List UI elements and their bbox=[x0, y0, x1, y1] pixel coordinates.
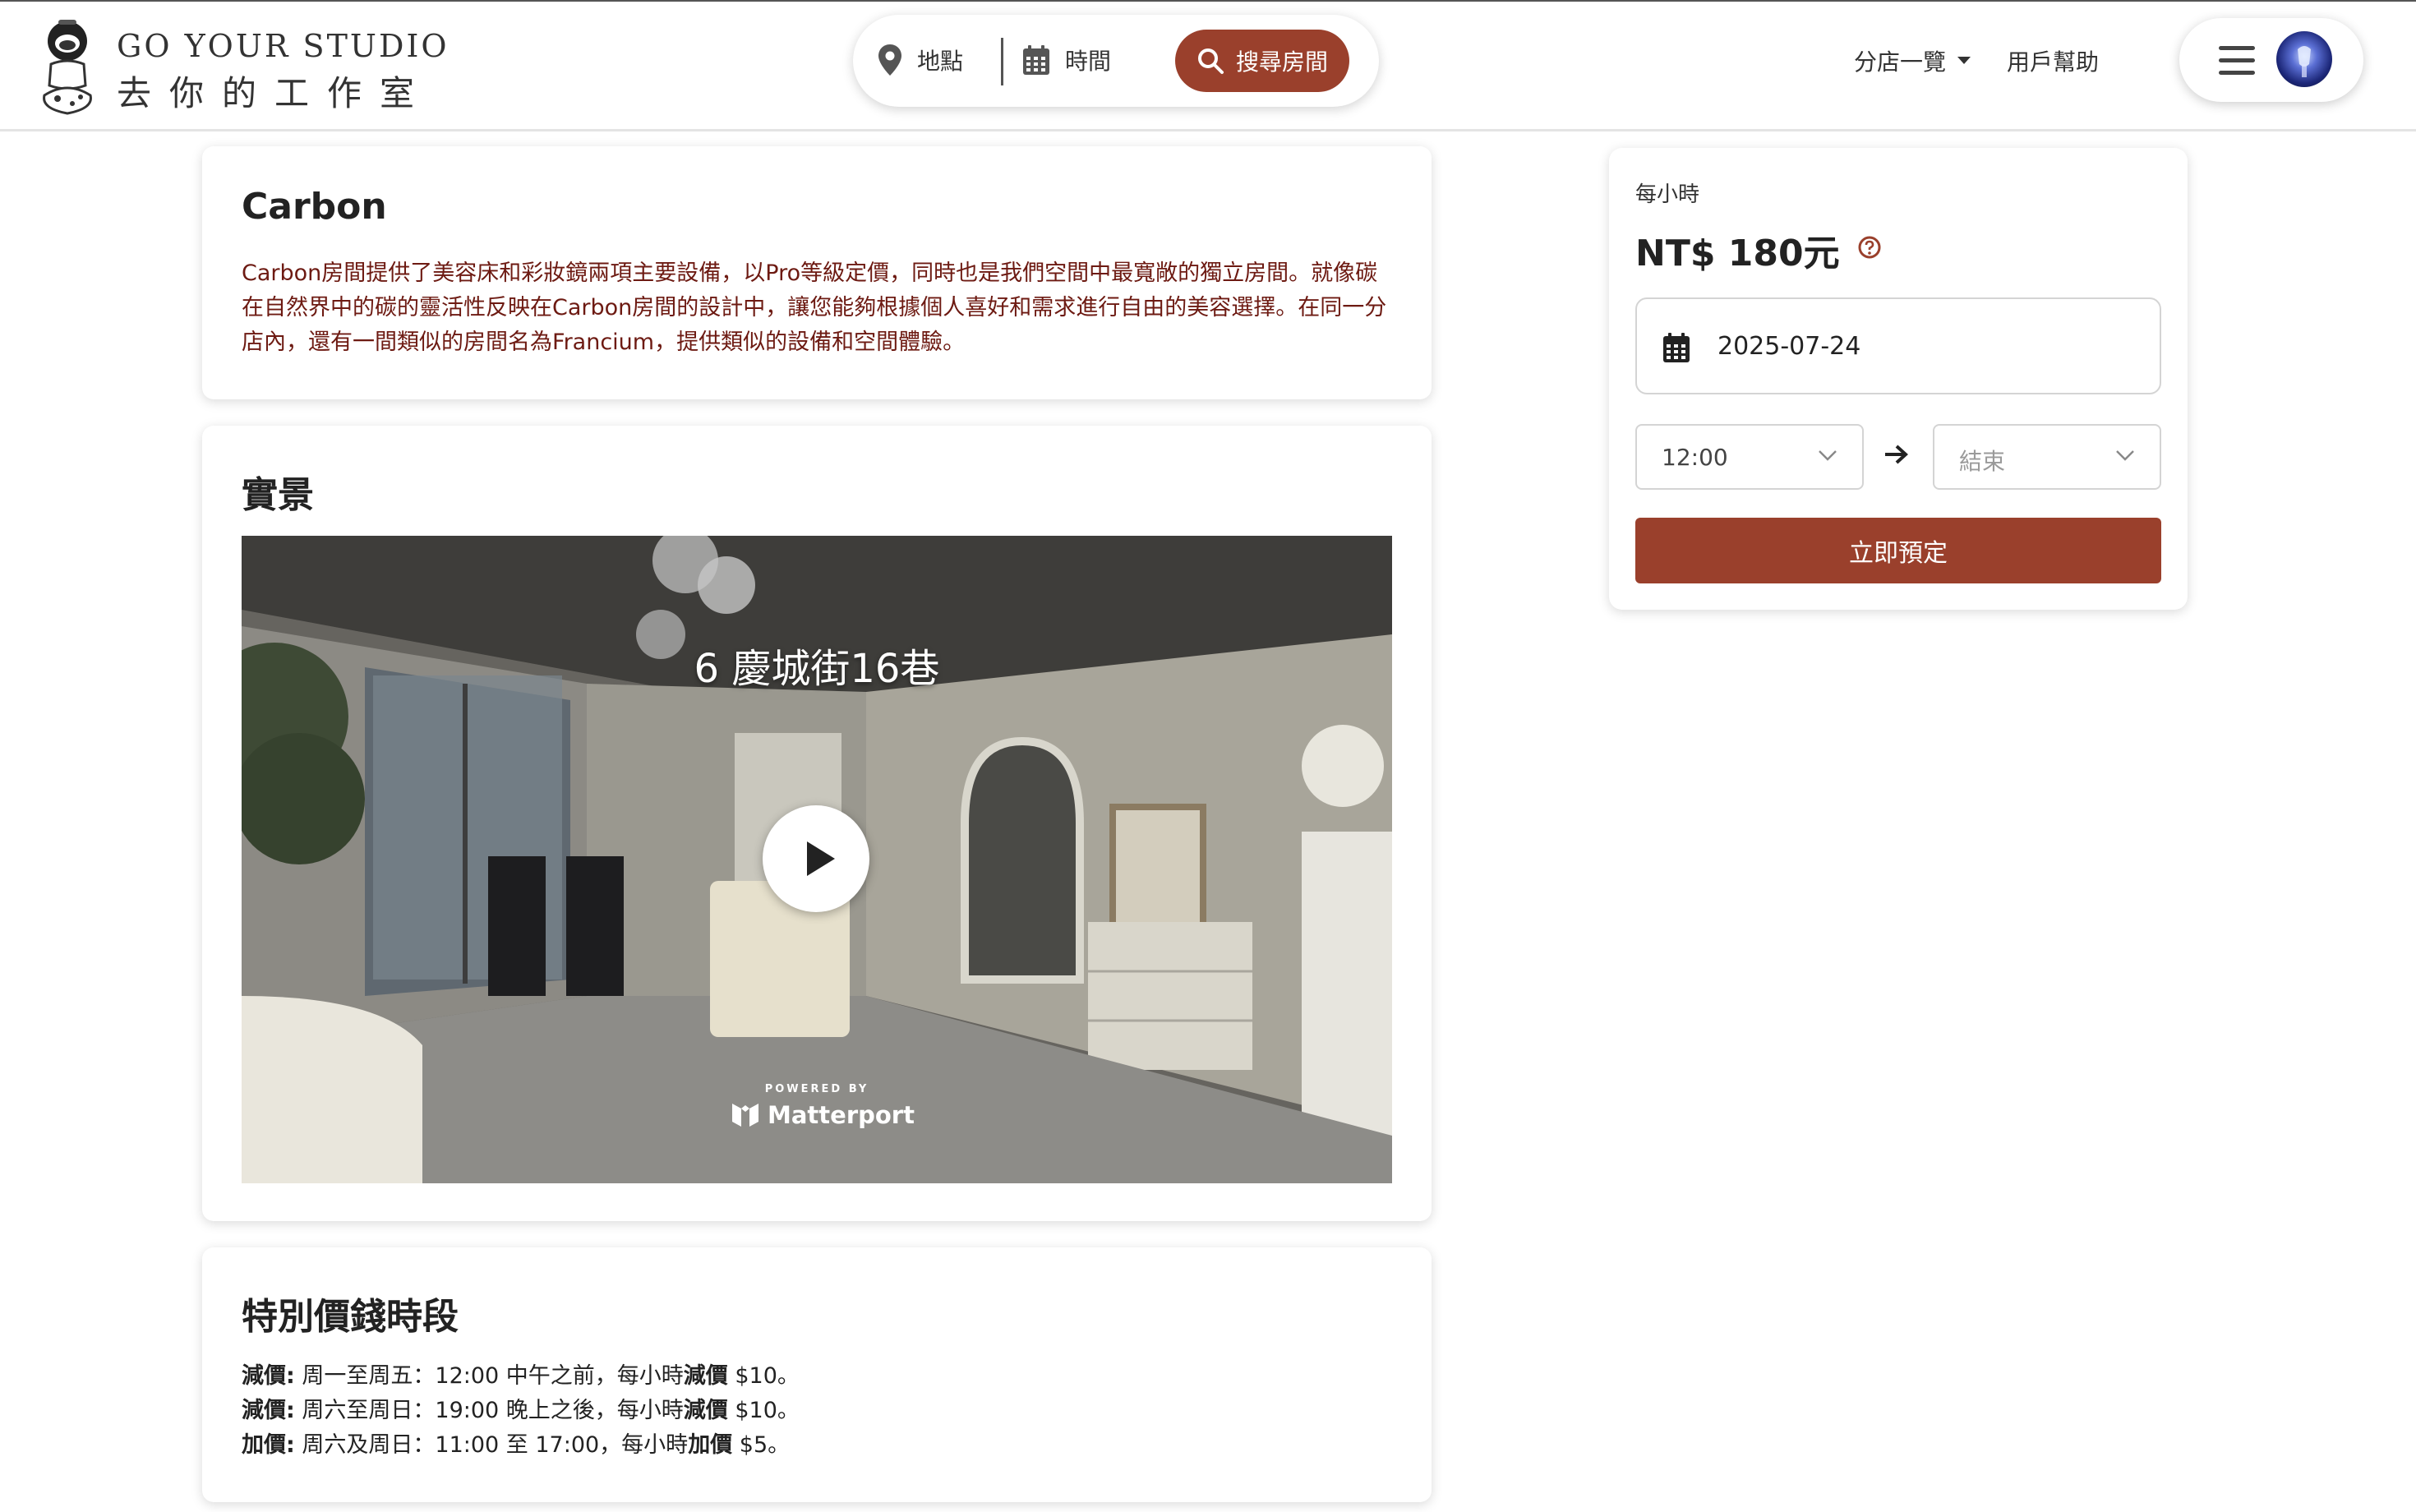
pricing-rules-list: 減價: 周一至周五：12:00 中午之前，每小時減價 $10。 減價: 周六至周… bbox=[242, 1359, 800, 1463]
calendar-icon bbox=[1023, 45, 1049, 75]
chevron-down-icon bbox=[1819, 450, 1837, 461]
brand-name-zh: 去你的工作室 bbox=[117, 73, 433, 113]
tour-title: 6 慶城街16巷 bbox=[694, 646, 940, 692]
brand-logo[interactable]: GO YOUR STUDIO 去你的工作室 bbox=[33, 16, 447, 118]
search-rooms-button[interactable]: 搜尋房間 bbox=[1175, 30, 1349, 92]
brand-name-en: GO YOUR STUDIO bbox=[117, 28, 450, 64]
special-pricing-card: 特別價錢時段 減價: 周一至周五：12:00 中午之前，每小時減價 $10。 減… bbox=[202, 1247, 1432, 1502]
price-unit-label: 每小時 bbox=[1635, 182, 1700, 207]
room-info-card: Carbon Carbon房間提供了美容床和彩妝鏡兩項主要設備，以Pro等級定價… bbox=[202, 146, 1432, 399]
start-time-value: 12:00 bbox=[1662, 444, 1728, 471]
section-title-scene: 實景 bbox=[242, 474, 314, 516]
search-rooms-label: 搜尋房間 bbox=[1235, 48, 1328, 76]
user-help-link[interactable]: 用戶幫助 bbox=[2007, 44, 2099, 77]
room-description: Carbon房間提供了美容床和彩妝鏡兩項主要設備，以Pro等級定價，同時也是我們… bbox=[242, 260, 1387, 355]
date-value: 2025-07-24 bbox=[1717, 332, 1861, 361]
pricing-rule: 減價: 周一至周五：12:00 中午之前，每小時減價 $10。 bbox=[242, 1363, 800, 1389]
arrow-right-icon bbox=[1885, 445, 1908, 464]
caret-down-icon bbox=[1957, 57, 1971, 64]
powered-by-label: POWERED BY bbox=[764, 1083, 869, 1095]
pricing-rule: 減價: 周六至周日：19:00 晚上之後，每小時減價 $10。 bbox=[242, 1398, 800, 1423]
calendar-icon bbox=[1663, 333, 1690, 362]
date-picker[interactable]: 2025-07-24 bbox=[1635, 297, 2161, 394]
pricing-rule: 加價: 周六及周日：11:00 至 17:00，每小時加價 $5。 bbox=[242, 1432, 791, 1458]
section-title-special-pricing: 特別價錢時段 bbox=[242, 1296, 459, 1338]
avatar bbox=[2276, 31, 2332, 87]
matterport-logo-icon bbox=[732, 1104, 758, 1127]
end-time-select[interactable]: 結束 bbox=[1933, 424, 2161, 490]
time-filter-label: 時間 bbox=[1065, 48, 1112, 75]
time-filter[interactable]: 時間 bbox=[1022, 39, 1111, 81]
search-icon bbox=[1197, 48, 1224, 74]
menu-icon bbox=[2219, 46, 2255, 76]
end-time-placeholder: 結束 bbox=[1959, 448, 2006, 475]
location-filter[interactable]: 地點 bbox=[878, 39, 963, 81]
map-pin-icon bbox=[878, 44, 901, 76]
booking-card: 每小時 NT$ 180元 2025-07-24 12:00 結束 立即預定 bbox=[1609, 148, 2188, 610]
play-button[interactable] bbox=[763, 805, 869, 912]
branches-label: 分店一覽 bbox=[1854, 48, 1947, 76]
matterport-brand-label: Matterport bbox=[768, 1101, 915, 1129]
matterport-tour-viewer[interactable]: 6 慶城街16巷 POWERED BY Matterport bbox=[242, 536, 1392, 1183]
location-filter-label: 地點 bbox=[917, 48, 964, 75]
search-bar: 地點 時間 搜尋房間 bbox=[853, 15, 1379, 107]
help-icon[interactable] bbox=[1857, 235, 1882, 260]
start-time-select[interactable]: 12:00 bbox=[1635, 424, 1864, 490]
user-menu[interactable] bbox=[2179, 18, 2363, 102]
astronaut-logo-icon bbox=[43, 20, 92, 115]
book-now-button[interactable]: 立即預定 bbox=[1635, 518, 2161, 583]
branches-dropdown[interactable]: 分店一覽 bbox=[1854, 44, 1971, 77]
virtual-tour-card: 實景 6 慶城街16巷 POWERED BY Matterport bbox=[202, 426, 1432, 1221]
play-icon bbox=[807, 841, 835, 876]
matterport-brand[interactable]: Matterport bbox=[731, 1101, 915, 1129]
hourly-price: NT$ 180元 bbox=[1635, 233, 1840, 274]
search-divider bbox=[1001, 38, 1003, 85]
chevron-down-icon bbox=[2116, 450, 2134, 461]
site-header: GO YOUR STUDIO 去你的工作室 地點 時間 搜尋房間 分店一覽 用戶… bbox=[0, 2, 2416, 131]
room-title: Carbon bbox=[242, 186, 387, 228]
